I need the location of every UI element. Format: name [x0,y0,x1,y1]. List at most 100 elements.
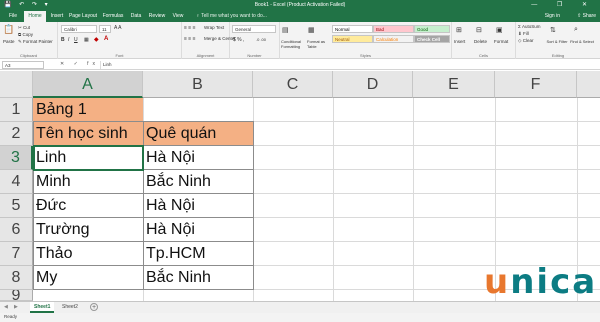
cell-b6[interactable]: Hà Nội [143,218,253,242]
ribbon: 📋 Paste ✂ Cut ⧉ Copy ✎ Format Painter Cl… [0,22,600,59]
tab-formulas[interactable]: Formulas [100,11,126,22]
cell-b4[interactable]: Bắc Ninh [143,170,253,194]
column-header-overflow[interactable] [577,71,600,98]
cell-b5[interactable]: Hà Nội [143,194,253,218]
sheet-tab-sheet1[interactable]: Sheet1 [30,302,55,313]
column-header-c[interactable]: C [253,71,333,98]
underline-button[interactable]: U [74,37,78,43]
delete-button[interactable]: Delete [474,39,487,44]
name-box[interactable]: A3 [2,61,44,69]
autosum-button[interactable]: Σ AutoSum [518,24,541,29]
conditional-formatting-icon[interactable]: ▤ [282,26,289,34]
delete-icon[interactable]: ⊟ [476,26,482,34]
add-sheet-icon[interactable]: + [90,303,98,311]
number-format-select[interactable]: General [232,25,276,33]
copy-button[interactable]: ⧉ Copy [18,32,33,37]
tell-me-search[interactable]: ♀ Tell me what you want to do... [196,11,267,22]
fill-color-icon[interactable]: ◆ [94,36,99,43]
insert-button[interactable]: Insert [454,39,465,44]
sheet-prev-icon[interactable]: ◀ [4,304,8,310]
cell-a8[interactable]: My [33,266,143,290]
column-header-e[interactable]: E [413,71,495,98]
formula-bar-icons[interactable]: ✕ ✓ fx [60,61,99,67]
share-button[interactable]: ⇧ Share [577,11,596,22]
style-calculation[interactable]: Calculation [373,35,414,43]
row-header-7[interactable]: 7 [0,242,33,266]
style-normal[interactable]: Normal [332,25,373,33]
formula-input[interactable]: Linh [100,61,596,69]
font-color-icon[interactable]: A [104,36,108,42]
insert-icon[interactable]: ⊞ [456,26,462,34]
cell-b3[interactable]: Hà Nội [143,146,253,170]
sheet-next-icon[interactable]: ▶ [14,304,18,310]
tab-insert[interactable]: Insert [48,11,66,22]
format-as-table-icon[interactable]: ▦ [308,26,315,34]
row-header-4[interactable]: 4 [0,170,33,194]
currency-icon[interactable]: $ % , [233,37,244,43]
cell-a4[interactable]: Minh [33,170,143,194]
cell-a1[interactable]: Bảng 1 [33,98,143,122]
row-header-6[interactable]: 6 [0,218,33,242]
align-left-icon[interactable]: ≡ ≡ ≡ [184,36,196,42]
select-all-corner[interactable] [0,71,33,98]
cell-a6[interactable]: Trường [33,218,143,242]
wrap-text-button[interactable]: Wrap Text [204,25,224,30]
tab-home[interactable]: Home [24,11,46,22]
style-bad[interactable]: Bad [373,25,414,33]
column-header-b[interactable]: B [143,71,253,98]
conditional-formatting-button[interactable]: Conditional Formatting [281,39,305,49]
column-header-d[interactable]: D [333,71,413,98]
logo-rest: nica [510,262,598,302]
tab-page-layout[interactable]: Page Layout [68,11,98,22]
format-painter-button[interactable]: ✎ Format Painter [18,39,53,45]
row-header-1[interactable]: 1 [0,98,33,122]
row-header-5[interactable]: 5 [0,194,33,218]
cell-a3[interactable]: Linh [33,146,143,170]
row-header-3[interactable]: 3 [0,146,33,170]
cell-b7[interactable]: Tp.HCM [143,242,253,266]
tab-data[interactable]: Data [128,11,144,22]
clear-button[interactable]: ◇ Clear [518,38,533,44]
window-controls[interactable]: — ❐ ✕ [531,1,596,8]
format-button[interactable]: Format [494,39,508,44]
decimal-icon[interactable]: .0 .00 [256,37,266,42]
paste-button[interactable]: Paste [3,39,15,44]
column-header-a[interactable]: A [33,71,143,98]
cell-a2[interactable]: Tên học sinh [33,122,143,146]
minimize-icon[interactable]: — [531,2,546,8]
restore-icon[interactable]: ❐ [557,2,571,8]
cell-b2[interactable]: Quê quán [143,122,253,146]
cell-b8[interactable]: Bắc Ninh [143,266,253,290]
sort-filter-button[interactable]: Sort & Filter [546,39,568,44]
style-check-cell[interactable]: Check Cell [414,35,450,43]
style-good[interactable]: Good [414,25,450,33]
cut-button[interactable]: ✂ Cut [18,25,30,31]
close-icon[interactable]: ✕ [582,2,596,8]
font-name-select[interactable]: Calibri [61,25,97,33]
font-size-select[interactable]: 11 [99,25,111,33]
cell-a7[interactable]: Thảo [33,242,143,266]
tab-view[interactable]: View [170,11,186,22]
row-header-8[interactable]: 8 [0,266,33,290]
bold-button[interactable]: B [61,37,65,43]
row-header-9[interactable]: 9 [0,290,33,301]
tab-file[interactable]: File [4,11,22,22]
find-select-icon[interactable]: ⌕ [574,26,578,34]
fill-button[interactable]: ⬇ Fill [518,31,529,37]
font-grow-icon[interactable]: A A [114,25,122,31]
paste-icon[interactable]: 📋 [3,24,14,35]
format-as-table-button[interactable]: Format as Table [307,39,329,49]
style-neutral[interactable]: Neutral [332,35,373,43]
align-top-icon[interactable]: ≡ ≡ ≡ [184,25,196,31]
tab-review[interactable]: Review [146,11,168,22]
format-icon[interactable]: ▣ [496,26,503,34]
cell-a5[interactable]: Đức [33,194,143,218]
row-header-2[interactable]: 2 [0,122,33,146]
italic-button[interactable]: I [68,37,69,43]
sort-filter-icon[interactable]: ⇅ [550,26,556,34]
sheet-tab-sheet2[interactable]: Sheet2 [58,302,82,313]
borders-icon[interactable]: ▦ [84,37,89,43]
sign-in-link[interactable]: Sign in [545,11,560,22]
column-header-f[interactable]: F [495,71,577,98]
find-select-button[interactable]: Find & Select [570,39,594,44]
